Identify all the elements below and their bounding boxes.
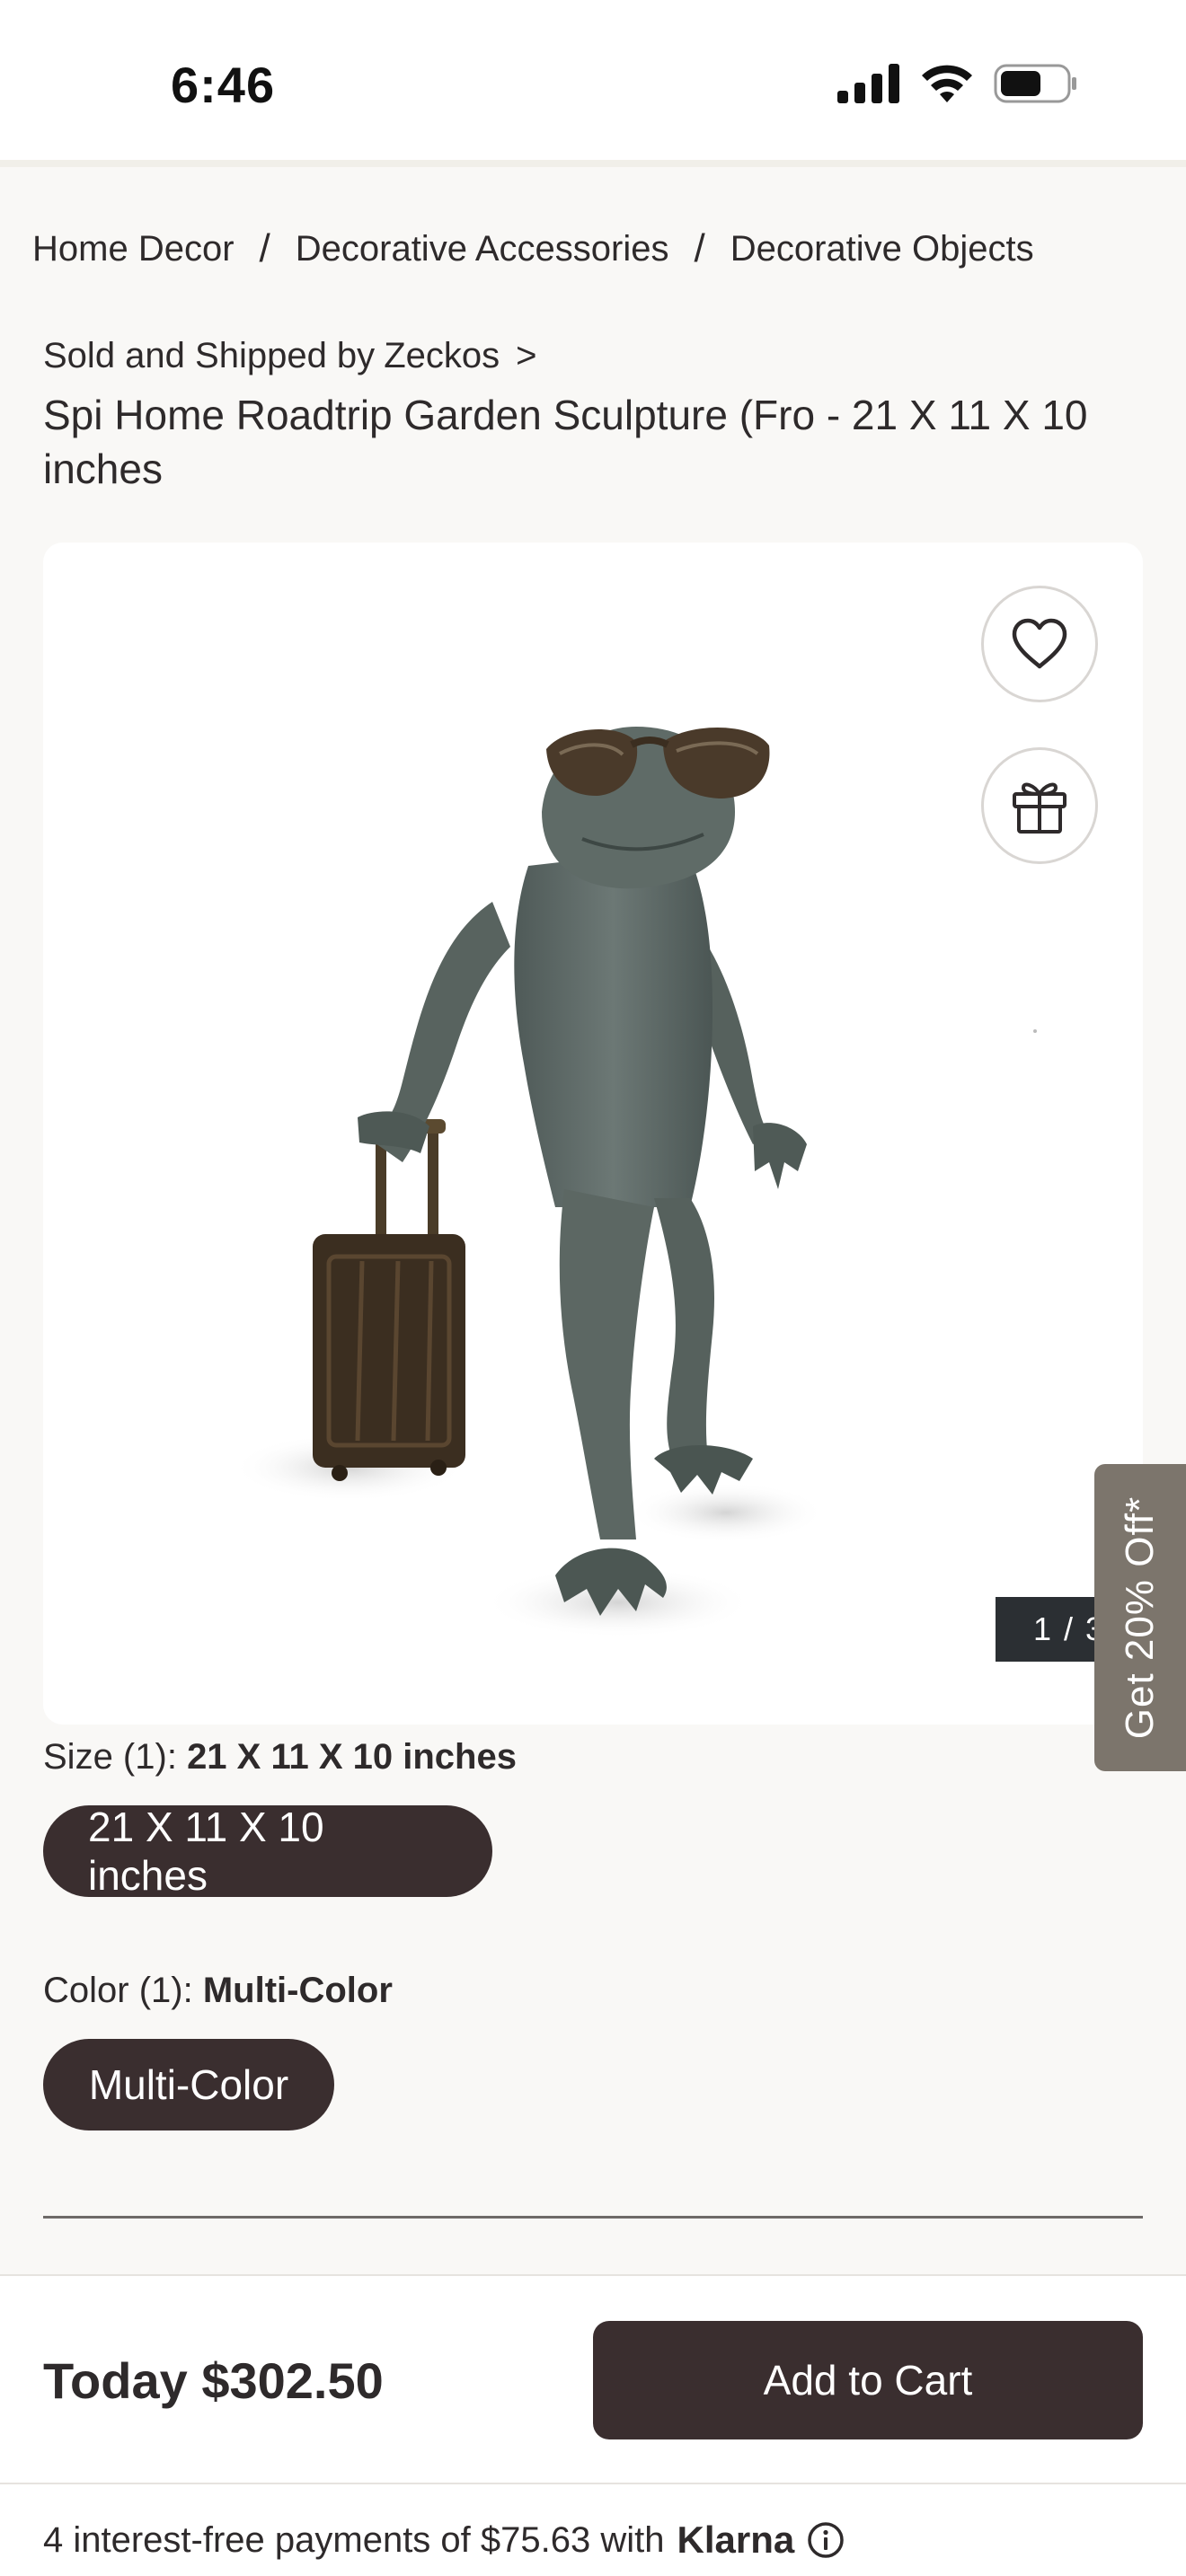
divider [0,2483,1186,2484]
chevron-right-icon: > [516,336,537,375]
signal-icon [837,64,899,103]
product-image [232,727,1037,1638]
size-label: Size (1): 21 X 11 X 10 inches [43,1737,517,1778]
breadcrumb-home-decor[interactable]: Home Decor [32,229,235,269]
breadcrumb: Home Decor / Decorative Accessories / De… [32,226,1034,271]
battery-icon [994,64,1076,103]
color-selected-value: Multi-Color [202,1971,393,2010]
breadcrumb-separator: / [259,226,270,270]
promo-label: Get 20% Off* [1118,1495,1162,1740]
status-bar: 6:46 [0,0,1186,167]
size-selected-value: 21 X 11 X 10 inches [187,1737,517,1777]
seller-prefix: Sold and Shipped by [43,336,376,375]
size-label-text: Size (1): [43,1737,177,1777]
installments-text: 4 interest-free payments of $75.63 with [43,2519,665,2560]
color-option-chip[interactable]: Multi-Color [43,2039,334,2130]
purchase-bar: Today $302.50 Add to Cart 4 interest-fre… [0,2274,1186,2576]
breadcrumb-decorative-accessories[interactable]: Decorative Accessories [296,229,669,269]
status-icons [837,63,1078,104]
promo-tab[interactable]: Get 20% Off* [1094,1464,1186,1771]
favorite-button[interactable] [981,586,1098,702]
color-label: Color (1): Multi-Color [43,1971,393,2011]
add-to-cart-button[interactable]: Add to Cart [593,2321,1143,2439]
seller-link[interactable]: Sold and Shipped by Zeckos > [43,336,536,376]
divider [43,2216,1143,2219]
price: Today $302.50 [43,2352,384,2409]
gift-button[interactable] [981,747,1098,864]
klarna-installments: 4 interest-free payments of $75.63 with … [43,2519,845,2562]
info-icon[interactable] [807,2521,845,2559]
gift-icon [1013,782,1067,834]
product-title: Spi Home Roadtrip Garden Sculpture (Fro … [43,392,1088,492]
breadcrumb-separator: / [694,226,705,270]
size-option-chip[interactable]: 21 X 11 X 10 inches [43,1804,492,1899]
wifi-icon [922,65,972,102]
heart-icon [1012,618,1067,669]
product-image-gallery[interactable]: 1 / 3 [43,543,1143,1725]
breadcrumb-decorative-objects[interactable]: Decorative Objects [730,229,1034,269]
seller-name: Zeckos [384,336,500,375]
color-label-text: Color (1): [43,1971,193,2010]
status-time: 6:46 [171,57,276,113]
klarna-logo: Klarna [677,2519,795,2561]
